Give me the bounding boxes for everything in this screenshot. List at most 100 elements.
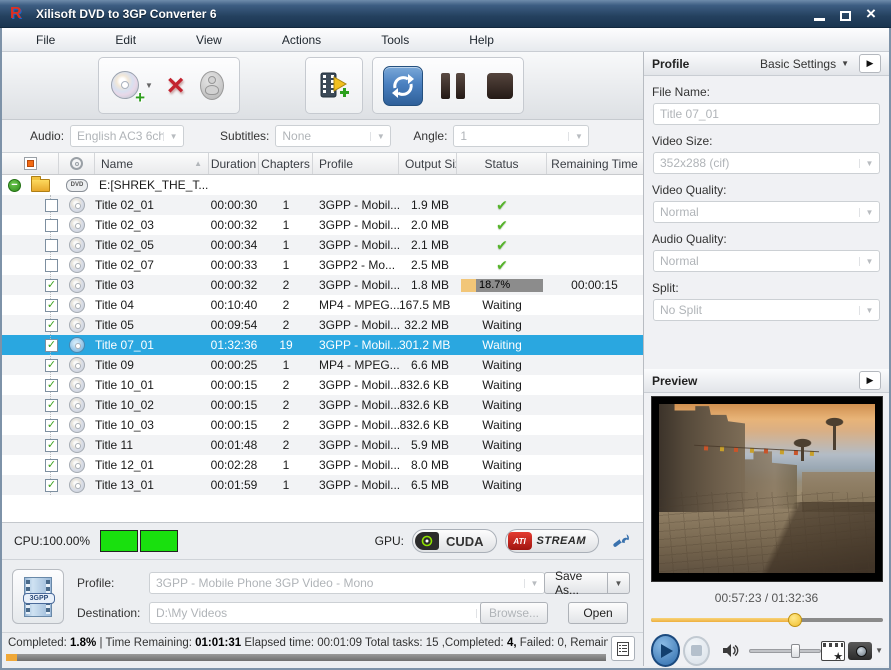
snapshot-dropdown-icon[interactable]: ▼ <box>875 646 883 655</box>
delete-button[interactable]: × <box>153 72 185 100</box>
menu-item-view[interactable]: View <box>184 30 234 50</box>
split-select[interactable]: No Split▼ <box>653 299 880 321</box>
menu-item-file[interactable]: File <box>24 30 67 50</box>
table-row[interactable]: Title 07_01 01:32:36 19 3GPP - Mobil... … <box>2 335 643 355</box>
row-checkbox[interactable] <box>45 359 58 372</box>
row-checkbox[interactable] <box>45 279 58 292</box>
open-button[interactable]: Open <box>568 602 628 624</box>
subtitles-select[interactable]: None ▼ <box>275 125 391 147</box>
add-video-button[interactable] <box>318 71 350 101</box>
file-name-input[interactable]: Title 07_01 <box>653 103 880 125</box>
destination-select[interactable]: D:\My Videos ▼ <box>149 602 497 624</box>
table-row[interactable]: Title 12_01 00:02:28 1 3GPP - Mobil... 8… <box>2 455 643 475</box>
column-chapters[interactable]: Chapters <box>259 153 313 174</box>
cuda-label: CUDA <box>439 534 494 549</box>
row-checkbox[interactable] <box>45 259 58 272</box>
preferences-snapshot-button[interactable]: ★ <box>821 641 845 661</box>
cuda-button[interactable]: CUDA <box>412 529 497 553</box>
collapse-icon[interactable]: − <box>8 179 21 192</box>
row-checkbox[interactable] <box>45 319 58 332</box>
table-row[interactable]: Title 10_03 00:00:15 2 3GPP - Mobil... 8… <box>2 415 643 435</box>
minimize-button[interactable] <box>811 7 827 21</box>
table-row[interactable]: Title 02_05 00:00:34 1 3GPP - Mobil... 2… <box>2 235 643 255</box>
volume-slider[interactable] <box>749 644 821 658</box>
row-checkbox[interactable] <box>45 299 58 312</box>
basic-settings-dropdown[interactable]: Basic Settings▼ <box>760 57 849 71</box>
menu-item-help[interactable]: Help <box>457 30 506 50</box>
volume-button[interactable] <box>722 643 739 658</box>
row-checkbox[interactable] <box>45 479 58 492</box>
table-row[interactable]: Title 09 00:00:25 1 MP4 - MPEG... 6.6 MB… <box>2 355 643 375</box>
profile-select[interactable]: 3GPP - Mobile Phone 3GP Video - Mono ▼ <box>149 572 545 594</box>
play-button[interactable] <box>651 634 680 667</box>
table-row[interactable]: Title 11 00:01:48 2 3GPP - Mobil... 5.9 … <box>2 435 643 455</box>
save-as-dropdown-icon[interactable]: ▼ <box>608 572 630 594</box>
angle-select[interactable]: 1 ▼ <box>453 125 589 147</box>
table-row[interactable]: Title 02_07 00:00:33 1 3GPP2 - Mo... 2.5… <box>2 255 643 275</box>
close-button[interactable]: × <box>863 7 879 21</box>
stop-button[interactable] <box>465 73 513 99</box>
add-dvd-button[interactable]: + ▼ <box>99 71 153 101</box>
seek-thumb[interactable] <box>788 613 802 627</box>
volume-thumb[interactable] <box>791 644 800 658</box>
task-info-button[interactable] <box>611 636 635 661</box>
column-duration[interactable]: Duration <box>209 153 259 174</box>
profile-expand-button[interactable]: ▶ <box>859 54 881 73</box>
table-row[interactable]: Title 02_01 00:00:30 1 3GPP - Mobil... 1… <box>2 195 643 215</box>
column-check-all[interactable] <box>2 153 59 174</box>
column-disc-icon[interactable] <box>59 153 95 174</box>
row-checkbox[interactable] <box>45 439 58 452</box>
row-profile: 3GPP - Mobil... <box>313 338 399 352</box>
table-row[interactable]: Title 10_01 00:00:15 2 3GPP - Mobil... 8… <box>2 375 643 395</box>
row-chapters: 19 <box>259 338 313 352</box>
star-icon: ★ <box>833 650 843 663</box>
convert-button[interactable] <box>383 66 423 106</box>
menu-item-edit[interactable]: Edit <box>103 30 148 50</box>
video-size-select[interactable]: 352x288 (cif)▼ <box>653 152 880 174</box>
maximize-button[interactable] <box>837 7 853 21</box>
row-checkbox[interactable] <box>45 379 58 392</box>
row-duration: 00:00:32 <box>209 218 259 232</box>
row-checkbox[interactable] <box>45 199 58 212</box>
menu-item-tools[interactable]: Tools <box>369 30 421 50</box>
toolbar: + ▼ × <box>2 52 643 120</box>
format-button[interactable]: 3GPP <box>12 569 64 624</box>
column-output-size[interactable]: Output Size <box>399 153 457 174</box>
table-row[interactable]: Title 05 00:09:54 2 3GPP - Mobil... 32.2… <box>2 315 643 335</box>
column-name[interactable]: Name▲ <box>95 153 209 174</box>
video-quality-select[interactable]: Normal▼ <box>653 201 880 223</box>
row-checkbox[interactable] <box>45 219 58 232</box>
row-checkbox[interactable] <box>45 419 58 432</box>
pause-button[interactable] <box>423 73 465 99</box>
seek-bar[interactable] <box>651 613 883 627</box>
row-checkbox[interactable] <box>45 239 58 252</box>
table-row[interactable]: Title 03 00:00:32 2 3GPP - Mobil... 1.8 … <box>2 275 643 295</box>
add-dvd-dropdown-icon[interactable]: ▼ <box>145 81 153 90</box>
profile-panel-title: Profile <box>652 57 689 71</box>
table-row[interactable]: Title 02_03 00:00:32 1 3GPP - Mobil... 2… <box>2 215 643 235</box>
audio-quality-select[interactable]: Normal▼ <box>653 250 880 272</box>
table-row[interactable]: Title 04 00:10:40 2 MP4 - MPEG... 167.5 … <box>2 295 643 315</box>
save-as-button[interactable]: Save As... <box>544 572 608 594</box>
table-row[interactable]: Title 13_01 00:01:59 1 3GPP - Mobil... 6… <box>2 475 643 495</box>
column-profile[interactable]: Profile <box>313 153 399 174</box>
browse-button[interactable]: Browse... <box>480 602 548 624</box>
app-logo-icon: R <box>10 5 28 23</box>
table-row[interactable]: Title 10_02 00:00:15 2 3GPP - Mobil... 8… <box>2 395 643 415</box>
row-checkbox[interactable] <box>45 339 58 352</box>
row-checkbox[interactable] <box>45 399 58 412</box>
settings-wrench-button[interactable] <box>609 529 633 553</box>
ati-stream-button[interactable]: ATI STREAM <box>505 529 599 553</box>
source-row[interactable]: − DVD E:[SHREK_THE_T... <box>2 175 643 195</box>
menu-item-actions[interactable]: Actions <box>270 30 333 50</box>
time-remaining-value: 01:01:31 <box>195 637 241 649</box>
column-status[interactable]: Status <box>457 153 547 174</box>
preview-expand-button[interactable]: ▶ <box>859 371 881 390</box>
row-checkbox[interactable] <box>45 459 58 472</box>
column-remaining-time[interactable]: Remaining Time <box>547 153 642 174</box>
snapshot-camera-button[interactable] <box>848 642 872 660</box>
profile-disabled-button <box>184 71 226 101</box>
completed-check-icon: ✔ <box>496 217 508 233</box>
preview-stop-button[interactable] <box>683 636 710 666</box>
audio-select[interactable]: English AC3 6ch (0x8 ▼ <box>70 125 184 147</box>
